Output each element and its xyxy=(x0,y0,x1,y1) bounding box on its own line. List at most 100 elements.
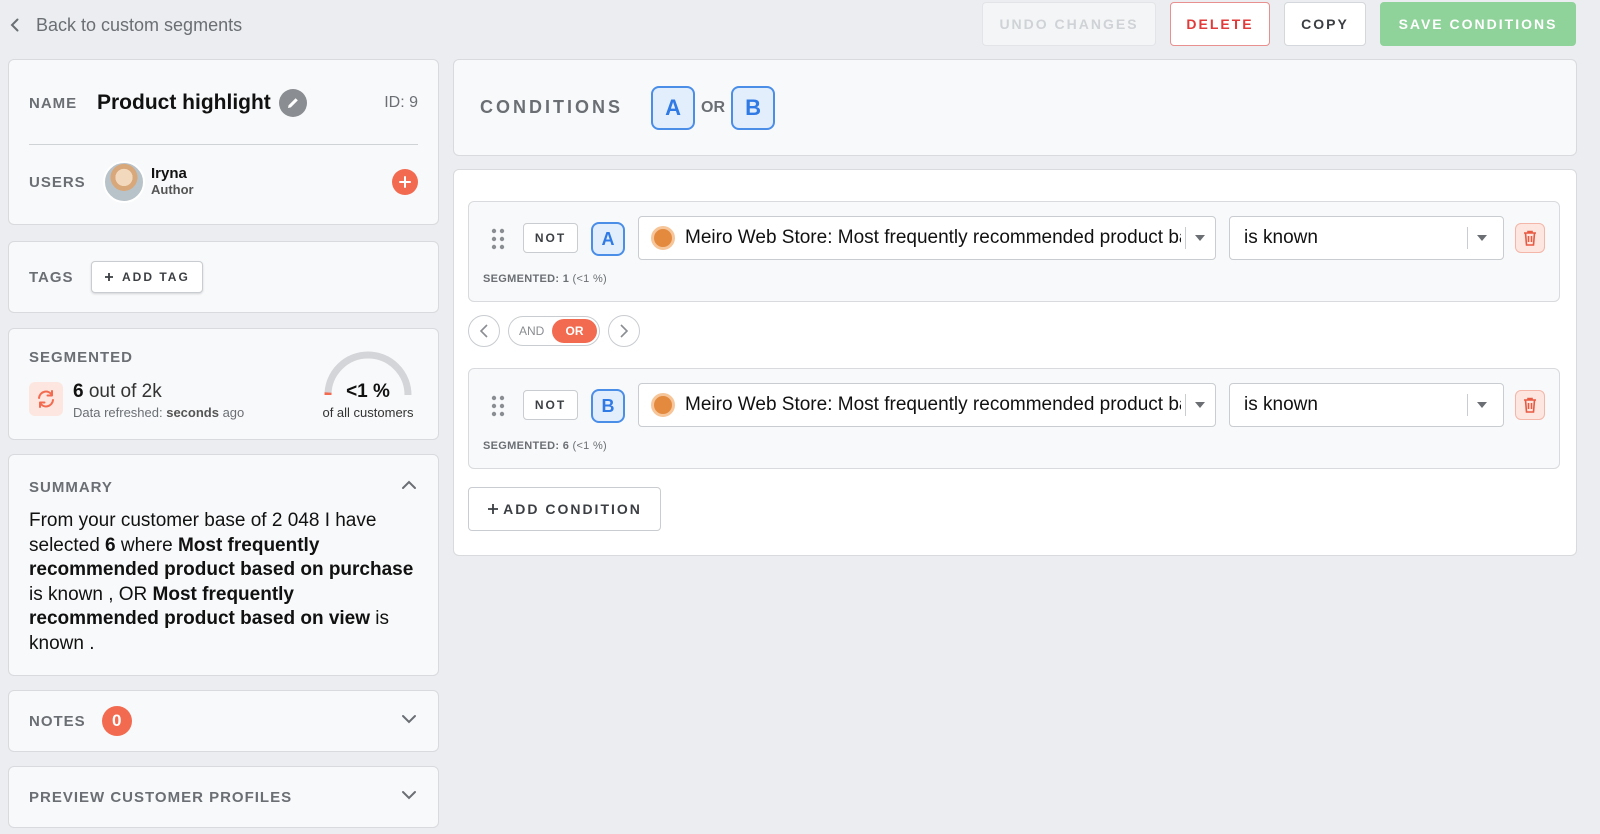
caret-down-icon[interactable] xyxy=(1186,402,1214,408)
operator-value: is known xyxy=(1244,227,1318,248)
data-refreshed: Data refreshed: seconds ago xyxy=(73,405,244,420)
not-toggle-button[interactable]: NOT xyxy=(523,223,578,253)
condition-or-operator: OR xyxy=(701,98,726,116)
save-conditions-button[interactable]: SAVE CONDITIONS xyxy=(1380,2,1576,46)
summary-p3: is known , OR xyxy=(29,583,153,605)
condition-letter: B xyxy=(591,389,625,423)
operator-select[interactable]: is known xyxy=(1229,383,1504,427)
arrow-left-icon[interactable] xyxy=(468,315,500,347)
condition-row-a: NOT A Meiro Web Store: Most frequently r… xyxy=(468,201,1560,302)
segmented-label: SEGMENTED xyxy=(29,349,134,366)
attribute-value: Meiro Web Store: Most frequently recomme… xyxy=(685,394,1181,415)
condition-segmented-count: SEGMENTED: 6 (<1 %) xyxy=(483,440,607,452)
notes-panel[interactable]: NOTES 0 xyxy=(8,690,439,752)
toggle-and-option[interactable]: AND xyxy=(519,324,544,338)
trash-icon[interactable] xyxy=(1515,390,1545,420)
avatar xyxy=(103,161,145,203)
name-label: NAME xyxy=(29,94,78,112)
condition-row-b: NOT B Meiro Web Store: Most frequently r… xyxy=(468,368,1560,469)
segmented-percent: (<1 %) xyxy=(572,273,607,285)
segmented-count-value: 6 xyxy=(73,381,84,402)
user-name: Iryna xyxy=(151,165,187,182)
operator-value: is known xyxy=(1244,394,1318,415)
add-tag-button[interactable]: ADD TAG xyxy=(91,261,203,293)
chevron-down-icon[interactable] xyxy=(400,786,418,809)
undo-changes-button[interactable]: UNDO CHANGES xyxy=(982,2,1156,46)
preview-profiles-panel[interactable]: PREVIEW CUSTOMER PROFILES xyxy=(8,766,439,828)
top-actions: UNDO CHANGES DELETE COPY SAVE CONDITIONS xyxy=(982,2,1576,46)
refresh-suffix: ago xyxy=(218,405,245,420)
arrow-right-icon[interactable] xyxy=(608,315,640,347)
attribute-select[interactable]: Meiro Web Store: Most frequently recomme… xyxy=(638,216,1216,260)
caret-down-icon[interactable] xyxy=(1186,235,1214,241)
segment-name: Product highlight xyxy=(97,91,271,114)
notes-count-badge: 0 xyxy=(101,706,132,736)
refresh-icon[interactable] xyxy=(29,382,63,416)
users-row: USERS Iryna Author xyxy=(29,160,418,204)
plus-icon xyxy=(105,273,113,281)
source-icon xyxy=(651,226,675,250)
segmented-percent-sub: of all customers xyxy=(322,405,414,420)
pencil-icon[interactable] xyxy=(278,89,307,117)
segmented-gauge: <1 % of all customers xyxy=(318,351,418,421)
segment-id: ID: 9 xyxy=(384,94,418,111)
plus-icon xyxy=(399,176,411,188)
segmented-percent: <1 % xyxy=(346,381,390,402)
conditions-builder: NOT A Meiro Web Store: Most frequently r… xyxy=(453,169,1577,556)
add-condition-button[interactable]: ADD CONDITION xyxy=(468,487,661,531)
chevron-up-icon[interactable] xyxy=(400,476,418,499)
summary-panel: SUMMARY From your customer base of 2 048… xyxy=(8,454,439,676)
conditions-title: CONDITIONS xyxy=(480,97,624,117)
condition-badge-a: A xyxy=(651,85,696,130)
divider xyxy=(29,144,418,145)
segment-info-panel: NAME Product highlight ID: 9 USERS Iryna… xyxy=(8,59,439,225)
segmented-count: 6 out of 2k xyxy=(73,381,162,403)
conditions-header: CONDITIONS A OR B xyxy=(453,59,1577,156)
add-condition-label: ADD CONDITION xyxy=(503,501,642,517)
back-link-label: Back to custom segments xyxy=(36,14,243,35)
segmented-out-of: out of 2k xyxy=(83,381,162,402)
add-tag-label: ADD TAG xyxy=(122,270,190,284)
toggle-or-option[interactable]: OR xyxy=(552,319,597,343)
notes-label: NOTES xyxy=(29,712,86,730)
attribute-select[interactable]: Meiro Web Store: Most frequently recomme… xyxy=(638,383,1216,427)
attribute-value: Meiro Web Store: Most frequently recomme… xyxy=(685,227,1181,248)
segmented-panel: SEGMENTED 6 out of 2k Data refreshed: se… xyxy=(8,328,439,440)
copy-button[interactable]: COPY xyxy=(1284,2,1366,46)
condition-segmented-count: SEGMENTED: 1 (<1 %) xyxy=(483,273,607,285)
refresh-prefix: Data refreshed: xyxy=(73,405,167,420)
back-to-segments-link[interactable]: Back to custom segments xyxy=(8,12,242,38)
segmented-label: SEGMENTED: 6 xyxy=(483,440,570,452)
source-icon xyxy=(651,393,675,417)
chevron-down-icon[interactable] xyxy=(400,710,418,733)
refresh-time: seconds xyxy=(166,405,219,420)
summary-header[interactable]: SUMMARY xyxy=(29,477,418,497)
caret-down-icon[interactable] xyxy=(1468,402,1496,408)
summary-count: 6 xyxy=(105,534,116,556)
tags-panel: TAGS ADD TAG xyxy=(8,241,439,313)
summary-label: SUMMARY xyxy=(29,478,113,496)
segmented-percent: (<1 %) xyxy=(572,440,607,452)
name-row: NAME Product highlight ID: 9 xyxy=(29,88,418,118)
summary-p2: where xyxy=(115,534,178,556)
summary-text: From your customer base of 2 048 I have … xyxy=(29,509,422,656)
add-user-button[interactable] xyxy=(392,169,418,195)
users-label: USERS xyxy=(29,173,86,191)
drag-handle-icon[interactable] xyxy=(491,228,505,250)
and-or-toggle[interactable]: AND OR xyxy=(508,316,600,346)
not-toggle-button[interactable]: NOT xyxy=(523,390,578,420)
preview-label: PREVIEW CUSTOMER PROFILES xyxy=(29,788,293,806)
condition-badge-b: B xyxy=(731,85,776,130)
plus-icon xyxy=(488,504,499,514)
caret-down-icon[interactable] xyxy=(1468,235,1496,241)
condition-letter: A xyxy=(591,222,625,256)
delete-button[interactable]: DELETE xyxy=(1170,2,1270,46)
user-meta: Iryna Author xyxy=(151,166,194,198)
operator-select[interactable]: is known xyxy=(1229,216,1504,260)
tags-label: TAGS xyxy=(29,268,74,286)
trash-icon[interactable] xyxy=(1515,223,1545,253)
drag-handle-icon[interactable] xyxy=(491,395,505,417)
user-role: Author xyxy=(151,182,194,197)
logical-operator-row: AND OR xyxy=(468,315,640,347)
segmented-label: SEGMENTED: 1 xyxy=(483,273,570,285)
